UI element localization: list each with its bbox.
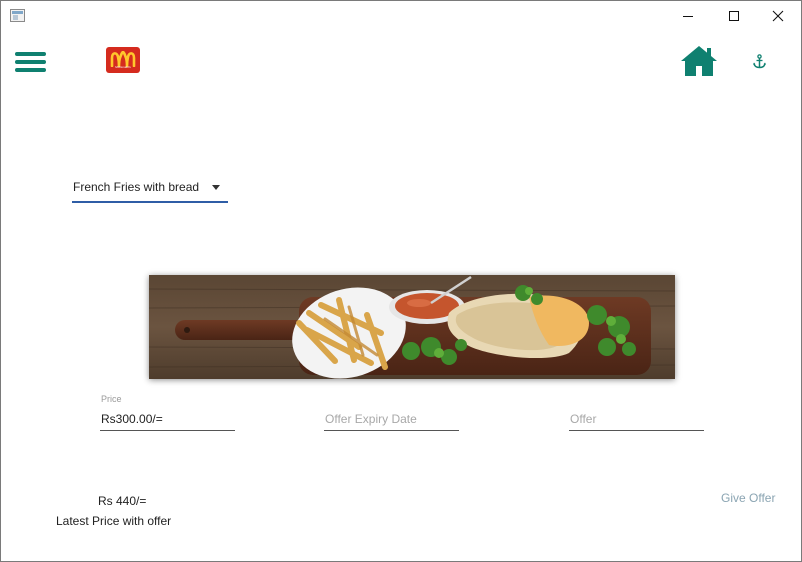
latest-price-value: Rs 440/= — [98, 494, 147, 508]
price-input[interactable]: Rs300.00/= — [100, 407, 235, 431]
price-label: Price — [101, 394, 122, 404]
app-window: McDonald's French Fries with bread Price… — [0, 0, 802, 562]
minimize-icon — [683, 16, 693, 17]
offer-expiry-date-input[interactable]: Offer Expiry Date — [324, 407, 459, 431]
offer-expiry-date-placeholder: Offer Expiry Date — [325, 412, 417, 426]
logo-text: McDonald's — [115, 65, 131, 69]
price-value: Rs300.00/= — [101, 412, 163, 426]
home-icon — [681, 46, 717, 76]
food-item-image — [149, 275, 675, 379]
give-offer-button[interactable]: Give Offer — [721, 491, 775, 505]
minimize-button[interactable] — [665, 1, 711, 31]
dropdown-selected-value: French Fries with bread — [73, 180, 200, 194]
food-item-dropdown[interactable]: French Fries with bread — [72, 177, 228, 203]
maximize-icon — [729, 11, 739, 21]
brand-logo: McDonald's — [106, 47, 140, 73]
anchor-icon — [753, 54, 766, 69]
menu-icon — [15, 52, 46, 56]
menu-button[interactable] — [15, 51, 47, 73]
latest-price-label: Latest Price with offer — [56, 514, 172, 528]
maximize-button[interactable] — [711, 1, 757, 31]
app-window-icon — [10, 9, 25, 22]
caret-down-icon — [212, 185, 220, 190]
close-button[interactable] — [755, 1, 801, 31]
close-icon — [772, 10, 784, 22]
offer-input[interactable]: Offer — [569, 407, 704, 431]
anchor-button[interactable] — [752, 54, 767, 69]
home-button[interactable] — [680, 45, 718, 77]
fries-sandwich-photo — [149, 275, 675, 379]
offer-placeholder: Offer — [570, 412, 597, 426]
